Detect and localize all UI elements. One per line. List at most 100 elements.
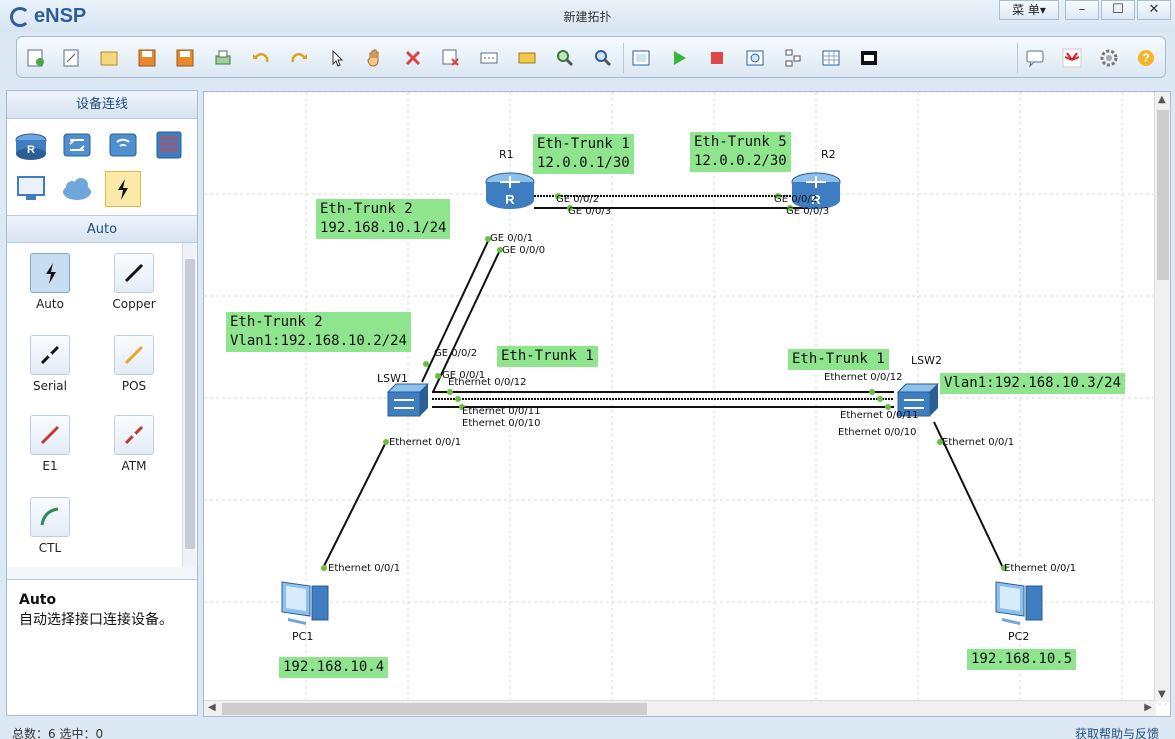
- port-label: Ethernet 0/0/12: [824, 372, 903, 383]
- e1-cable-icon: [30, 415, 70, 455]
- port-label: GE 0/0/0: [502, 245, 546, 256]
- router-icon[interactable]: R: [13, 127, 49, 163]
- cable-label: Auto: [36, 297, 64, 311]
- cloud-icon[interactable]: [59, 171, 95, 207]
- status-summary: 总数：6 选中：0: [12, 727, 104, 739]
- label-pc2-ip[interactable]: 192.168.10.5: [967, 649, 1077, 670]
- open-icon[interactable]: [97, 46, 121, 70]
- fit-view-icon[interactable]: [629, 46, 653, 70]
- cable-list-scrollbar[interactable]: [182, 243, 196, 567]
- pc-icon[interactable]: [13, 171, 49, 207]
- undo-icon[interactable]: [249, 46, 273, 70]
- status-bar: 总数：6 选中：0 获取帮助与反馈: [0, 721, 1175, 739]
- cable-label: ATM: [121, 459, 147, 473]
- cable-ctl[interactable]: CTL: [15, 497, 85, 555]
- minimize-button[interactable]: –: [1065, 0, 1099, 20]
- label-r1-trunk2[interactable]: Eth-Trunk 2 192.168.10.1/24: [316, 199, 451, 239]
- port-label: Ethernet 0/0/1: [942, 437, 1015, 448]
- label-r2-trunk5[interactable]: Eth-Trunk 5 12.0.0.2/30: [690, 132, 791, 172]
- port-label: Ethernet 0/0/11: [840, 410, 919, 421]
- grid-icon[interactable]: [819, 46, 843, 70]
- print-icon[interactable]: [211, 46, 235, 70]
- scroll-up-arrow-icon[interactable]: ▲: [1158, 94, 1166, 105]
- port-label: GE 0/0/1: [490, 233, 534, 244]
- pos-cable-icon: [114, 335, 154, 375]
- device-panel: 设备连线 R Auto Auto Copper Serial POS E1 AT…: [6, 90, 198, 716]
- save-icon[interactable]: [135, 46, 159, 70]
- stop-device-icon[interactable]: [705, 46, 729, 70]
- screen-icon[interactable]: [857, 46, 881, 70]
- cable-label: Serial: [33, 379, 67, 393]
- zoom-out-icon[interactable]: [591, 46, 615, 70]
- select-icon[interactable]: [325, 46, 349, 70]
- device-name-pc2: PC2: [1008, 630, 1030, 643]
- port-label: GE 0/0/2: [556, 194, 600, 205]
- auto-cable-icon: [30, 253, 70, 293]
- new-topology-icon[interactable]: [23, 46, 47, 70]
- text-note-icon[interactable]: [477, 46, 501, 70]
- zoom-in-icon[interactable]: [553, 46, 577, 70]
- topology-icon[interactable]: [781, 46, 805, 70]
- cable-label: POS: [121, 379, 147, 393]
- serial-cable-icon: [30, 335, 70, 375]
- wireless-icon[interactable]: [105, 127, 141, 163]
- cable-pos[interactable]: POS: [99, 335, 169, 393]
- save-as-icon[interactable]: [173, 46, 197, 70]
- huawei-logo-icon[interactable]: [1060, 46, 1084, 70]
- link-auto-icon[interactable]: [105, 171, 141, 207]
- menu-button[interactable]: 菜 单▾: [999, 0, 1059, 20]
- topology-canvas[interactable]: R R R1 R2 LSW1 LSW2 PC1 PC2 Eth-Trunk 1 …: [203, 91, 1171, 717]
- capture-icon[interactable]: [743, 46, 767, 70]
- label-lsw1-trunk2[interactable]: Eth-Trunk 2 Vlan1:192.168.10.2/24: [226, 312, 412, 352]
- cable-panel-title: Auto: [7, 215, 197, 243]
- port-label: Ethernet 0/0/1: [1004, 563, 1077, 574]
- label-r1-trunk1[interactable]: Eth-Trunk 1 12.0.0.1/30: [533, 134, 634, 174]
- scrollbar-thumb[interactable]: [185, 259, 195, 549]
- cable-label: CTL: [38, 541, 62, 555]
- label-pc1-ip[interactable]: 192.168.10.4: [279, 657, 389, 678]
- cable-atm[interactable]: ATM: [99, 415, 169, 473]
- cable-e1[interactable]: E1: [15, 415, 85, 473]
- description-title: Auto: [19, 592, 57, 608]
- device-categories: R: [7, 119, 197, 215]
- delete-icon[interactable]: [401, 46, 425, 70]
- pan-hand-icon[interactable]: [363, 46, 387, 70]
- delete-link-icon[interactable]: [439, 46, 463, 70]
- switch-icon[interactable]: [59, 127, 95, 163]
- port-label: Ethernet 0/0/1: [328, 563, 401, 574]
- chat-icon[interactable]: [1023, 46, 1047, 70]
- redo-icon[interactable]: [287, 46, 311, 70]
- atm-cable-icon: [114, 415, 154, 455]
- cable-auto[interactable]: Auto: [15, 253, 85, 311]
- label-lsw2-trunk1[interactable]: Eth-Trunk 1: [788, 349, 889, 370]
- vertical-scroll-thumb[interactable]: [1157, 110, 1169, 280]
- help-feedback-link[interactable]: 获取帮助与反馈: [1075, 725, 1159, 739]
- scroll-down-arrow-icon[interactable]: ▼: [1158, 689, 1166, 700]
- maximize-button[interactable]: ☐: [1101, 0, 1135, 20]
- canvas-vertical-scrollbar[interactable]: ▲ ▼: [1154, 92, 1170, 702]
- settings-gear-icon[interactable]: [1097, 46, 1121, 70]
- scroll-right-arrow-icon[interactable]: ▶: [1144, 702, 1152, 713]
- cable-copper[interactable]: Copper: [99, 253, 169, 311]
- cable-serial[interactable]: Serial: [15, 335, 85, 393]
- port-label: Ethernet 0/0/1: [389, 437, 462, 448]
- svg-text:?: ?: [1142, 51, 1149, 65]
- label-lsw2-vlan[interactable]: Vlan1:192.168.10.3/24: [940, 373, 1126, 394]
- port-label: GE 0/0/2: [434, 348, 478, 359]
- new-example-icon[interactable]: [59, 46, 83, 70]
- canvas-horizontal-scrollbar[interactable]: ◀ ▶: [204, 700, 1156, 716]
- close-button[interactable]: ✕: [1137, 0, 1171, 20]
- device-name-lsw2: LSW2: [911, 354, 942, 367]
- palette-icon[interactable]: [515, 46, 539, 70]
- cable-label: E1: [42, 459, 58, 473]
- scroll-left-arrow-icon[interactable]: ◀: [208, 702, 216, 713]
- help-icon[interactable]: ?: [1134, 46, 1158, 70]
- port-label: GE 0/0/3: [568, 206, 612, 217]
- cable-list: Auto Copper Serial POS E1 ATM CTL: [7, 243, 197, 567]
- horizontal-scroll-thumb[interactable]: [222, 703, 647, 715]
- label-lsw1-trunk1[interactable]: Eth-Trunk 1: [497, 346, 598, 367]
- firewall-icon[interactable]: [151, 127, 187, 163]
- ctl-cable-icon: [30, 497, 70, 537]
- start-device-icon[interactable]: [667, 46, 691, 70]
- svg-text:R: R: [27, 144, 35, 156]
